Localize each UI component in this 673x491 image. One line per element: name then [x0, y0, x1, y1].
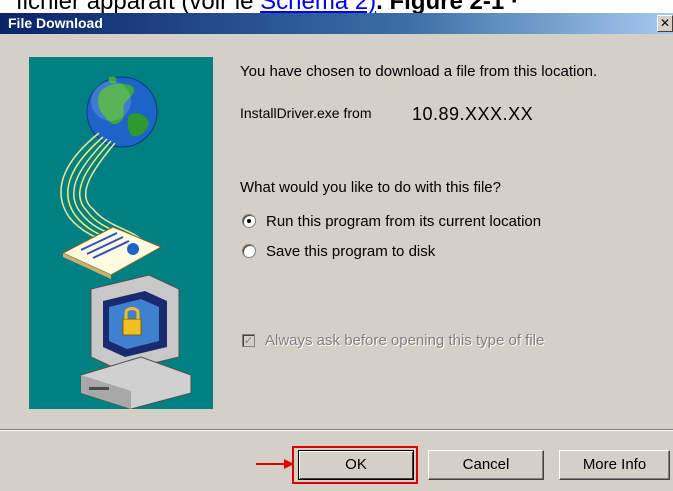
file-name-label: InstallDriver.exe from [240, 105, 372, 121]
download-message: You have chosen to download a file from … [240, 63, 598, 80]
always-ask-label: Always ask before opening this type of f… [265, 331, 545, 349]
save-program-option[interactable]: Save this program to disk [242, 241, 435, 261]
download-illustration [29, 57, 213, 409]
file-download-dialog: File Download ✕ You have chosen to downl… [0, 13, 673, 491]
ok-button[interactable]: OK [298, 450, 414, 480]
save-program-radio[interactable] [242, 244, 256, 258]
check-icon: ✓ [243, 333, 254, 347]
file-host-address: 10.89.XXX.XX [412, 104, 534, 124]
globe-computer-icon [60, 76, 192, 409]
arrow-right-icon [256, 459, 294, 469]
more-info-button[interactable]: More Info [559, 450, 670, 480]
dialog-title: File Download [8, 15, 103, 31]
always-ask-checkbox: ✓ [242, 333, 255, 347]
run-program-radio[interactable] [242, 214, 256, 228]
dialog-separator [0, 429, 673, 431]
always-ask-option: ✓ Always ask before opening this type of… [242, 330, 544, 350]
close-button[interactable]: ✕ [657, 15, 673, 32]
title-bar[interactable]: File Download ✕ [0, 13, 673, 34]
run-program-label[interactable]: Run this program from its current locati… [266, 213, 541, 230]
close-icon: ✕ [659, 16, 671, 30]
cancel-button[interactable]: Cancel [428, 450, 544, 480]
run-program-option[interactable]: Run this program from its current locati… [242, 211, 541, 231]
action-question: What would you like to do with this file… [240, 179, 501, 196]
save-program-label[interactable]: Save this program to disk [266, 243, 435, 260]
